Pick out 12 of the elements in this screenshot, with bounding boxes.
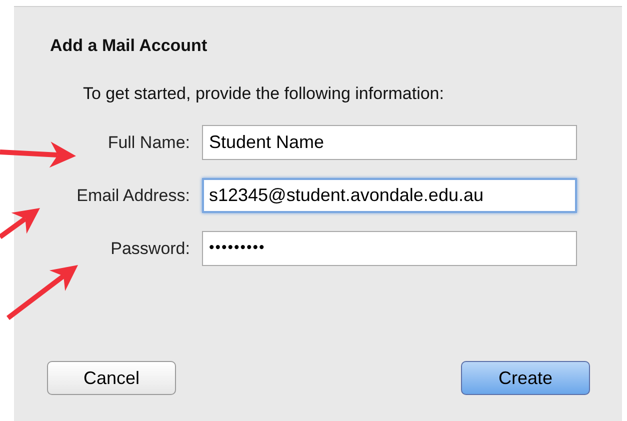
input-field[interactable]: s12345@student.avondale.edu.au xyxy=(202,178,577,213)
intro-text: To get started, provide the following information: xyxy=(83,83,445,105)
input-field[interactable]: Student Name xyxy=(202,125,577,160)
field-label: Full Name: xyxy=(108,132,190,154)
annotation-arrow xyxy=(0,208,40,240)
field-label: Email Address: xyxy=(76,184,190,207)
annotation-arrow xyxy=(6,265,78,320)
password-field[interactable]: ••••••••• xyxy=(202,231,577,266)
cancel-button[interactable]: Cancel xyxy=(47,361,176,395)
dialog-title: Add a Mail Account xyxy=(50,35,208,57)
create-button[interactable]: Create xyxy=(461,361,590,395)
field-label: Password: xyxy=(110,238,190,260)
